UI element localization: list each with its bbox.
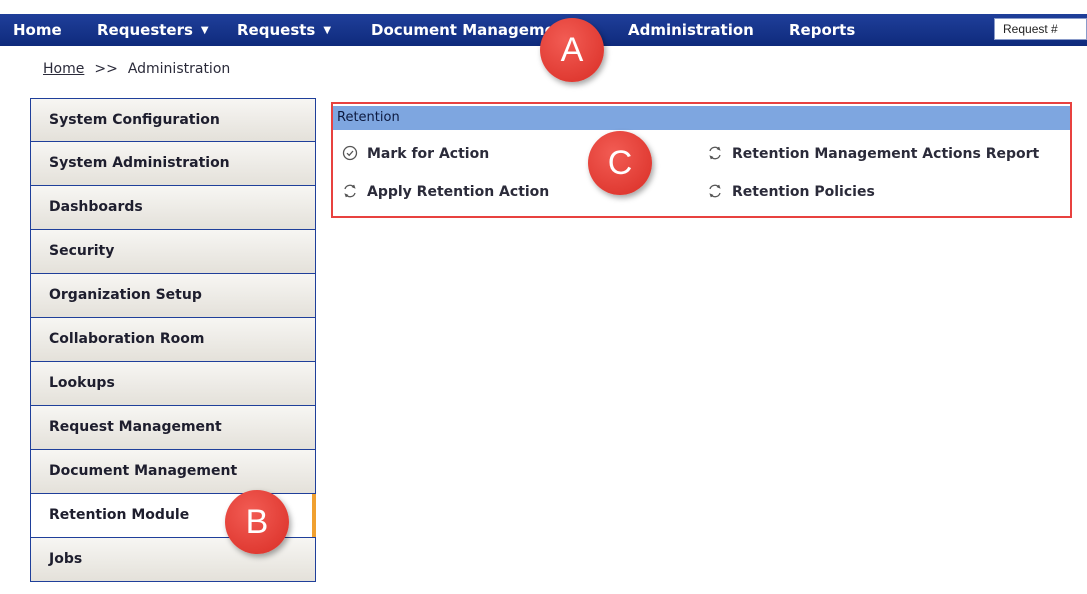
nav-reports[interactable]: Reports: [789, 14, 855, 46]
breadcrumb-home-link[interactable]: Home: [43, 61, 84, 77]
chevron-down-icon: ▼: [323, 25, 332, 36]
nav-requesters-label: Requesters: [97, 21, 193, 39]
sidebar-item-collaboration-room[interactable]: Collaboration Room: [30, 318, 316, 362]
apply-retention-action-label: Apply Retention Action: [367, 184, 550, 200]
apply-retention-action-link[interactable]: Apply Retention Action: [342, 183, 549, 200]
breadcrumb-separator: >>: [94, 61, 118, 77]
retention-management-actions-report-label: Retention Management Actions Report: [732, 146, 1040, 162]
retention-policies-label: Retention Policies: [732, 184, 875, 200]
annotation-marker-c: C: [588, 131, 652, 195]
sidebar-item-security[interactable]: Security: [30, 230, 316, 274]
mark-for-action-link[interactable]: Mark for Action: [342, 145, 489, 162]
refresh-icon: [709, 146, 721, 160]
chevron-down-icon: ▼: [200, 25, 209, 36]
check-circle-icon: [342, 145, 358, 161]
retention-policies-link[interactable]: Retention Policies: [707, 183, 875, 200]
request-number-input[interactable]: Request #: [994, 18, 1087, 40]
nav-administration[interactable]: Administration: [628, 14, 754, 46]
nav-requests[interactable]: Requests ▼: [237, 14, 331, 46]
sidebar-item-lookups[interactable]: Lookups: [30, 362, 316, 406]
sidebar-item-dashboards[interactable]: Dashboards: [30, 186, 316, 230]
annotation-marker-b: B: [225, 490, 289, 554]
nav-requests-label: Requests: [237, 21, 316, 39]
refresh-icon: [709, 184, 721, 198]
nav-requesters[interactable]: Requesters ▼: [97, 14, 209, 46]
retention-panel: Retention Mark for Action Apply Retentio…: [331, 102, 1072, 218]
retention-panel-title: Retention: [333, 106, 1070, 130]
sidebar-item-system-configuration[interactable]: System Configuration: [30, 98, 316, 142]
nav-home[interactable]: Home: [13, 14, 62, 46]
refresh-icon: [344, 184, 356, 198]
sidebar-item-organization-setup[interactable]: Organization Setup: [30, 274, 316, 318]
annotation-marker-a: A: [540, 18, 604, 82]
mark-for-action-label: Mark for Action: [367, 146, 490, 162]
breadcrumb-current: Administration: [127, 61, 231, 77]
sidebar-item-system-administration[interactable]: System Administration: [30, 142, 316, 186]
breadcrumb: Home >> Administration: [43, 61, 230, 77]
sidebar-item-request-management[interactable]: Request Management: [30, 406, 316, 450]
sidebar-item-document-management[interactable]: Document Management: [30, 450, 316, 494]
retention-management-actions-report-link[interactable]: Retention Management Actions Report: [707, 145, 1039, 162]
